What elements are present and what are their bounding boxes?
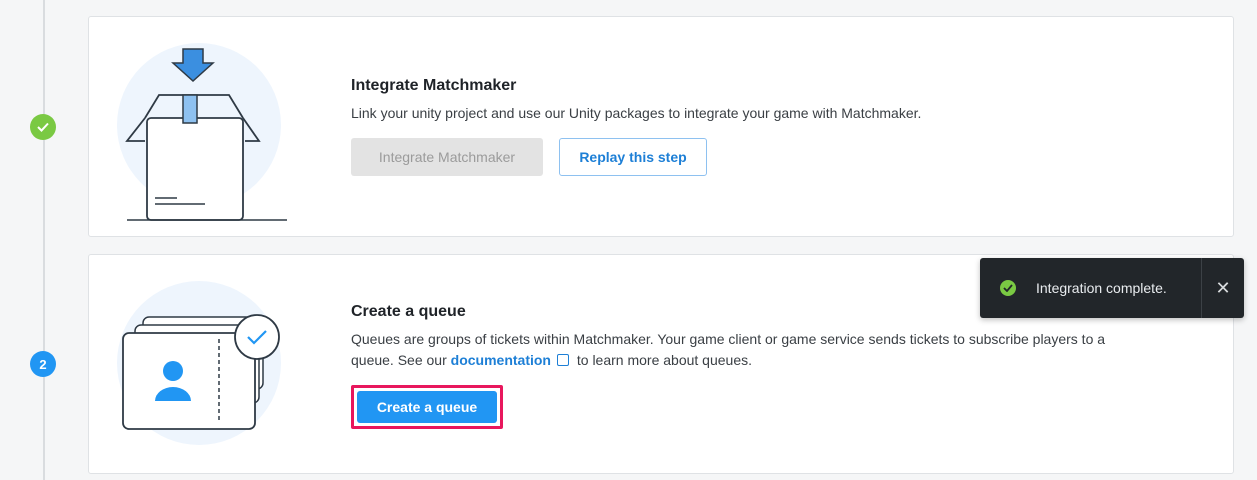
integrate-matchmaker-button[interactable]: Integrate Matchmaker [351,138,543,176]
step-1-description: Link your unity project and use our Unit… [351,105,922,121]
toast-message: Integration complete. [1036,280,1167,296]
step-1-content: Integrate Matchmaker Link your unity pro… [351,77,1141,176]
step-2-description: Queues are groups of tickets within Matc… [351,329,1141,371]
documentation-link[interactable]: documentation [451,352,551,368]
step-1-actions: Integrate Matchmaker Replay this step [351,138,1141,176]
create-queue-highlight: Create a queue [351,385,503,429]
step-1-complete-icon [30,114,56,140]
replay-step-button[interactable]: Replay this step [559,138,707,176]
step-2-number-badge: 2 [30,351,56,377]
step-2-desc-part2: to learn more about queues. [572,352,752,368]
success-check-icon [1000,280,1016,296]
integration-toast: Integration complete. ✕ [980,258,1244,318]
step-2-content: Create a queue Queues are groups of tick… [351,303,1141,429]
ticket-queue-illustration [117,281,281,445]
close-icon[interactable]: ✕ [1202,258,1244,318]
step-1-title: Integrate Matchmaker [351,77,517,94]
timeline-line [43,0,45,480]
external-link-icon [556,354,569,366]
package-download-illustration [117,43,287,221]
create-queue-button[interactable]: Create a queue [357,391,497,423]
step-card-integrate: Integrate Matchmaker Link your unity pro… [88,16,1234,237]
